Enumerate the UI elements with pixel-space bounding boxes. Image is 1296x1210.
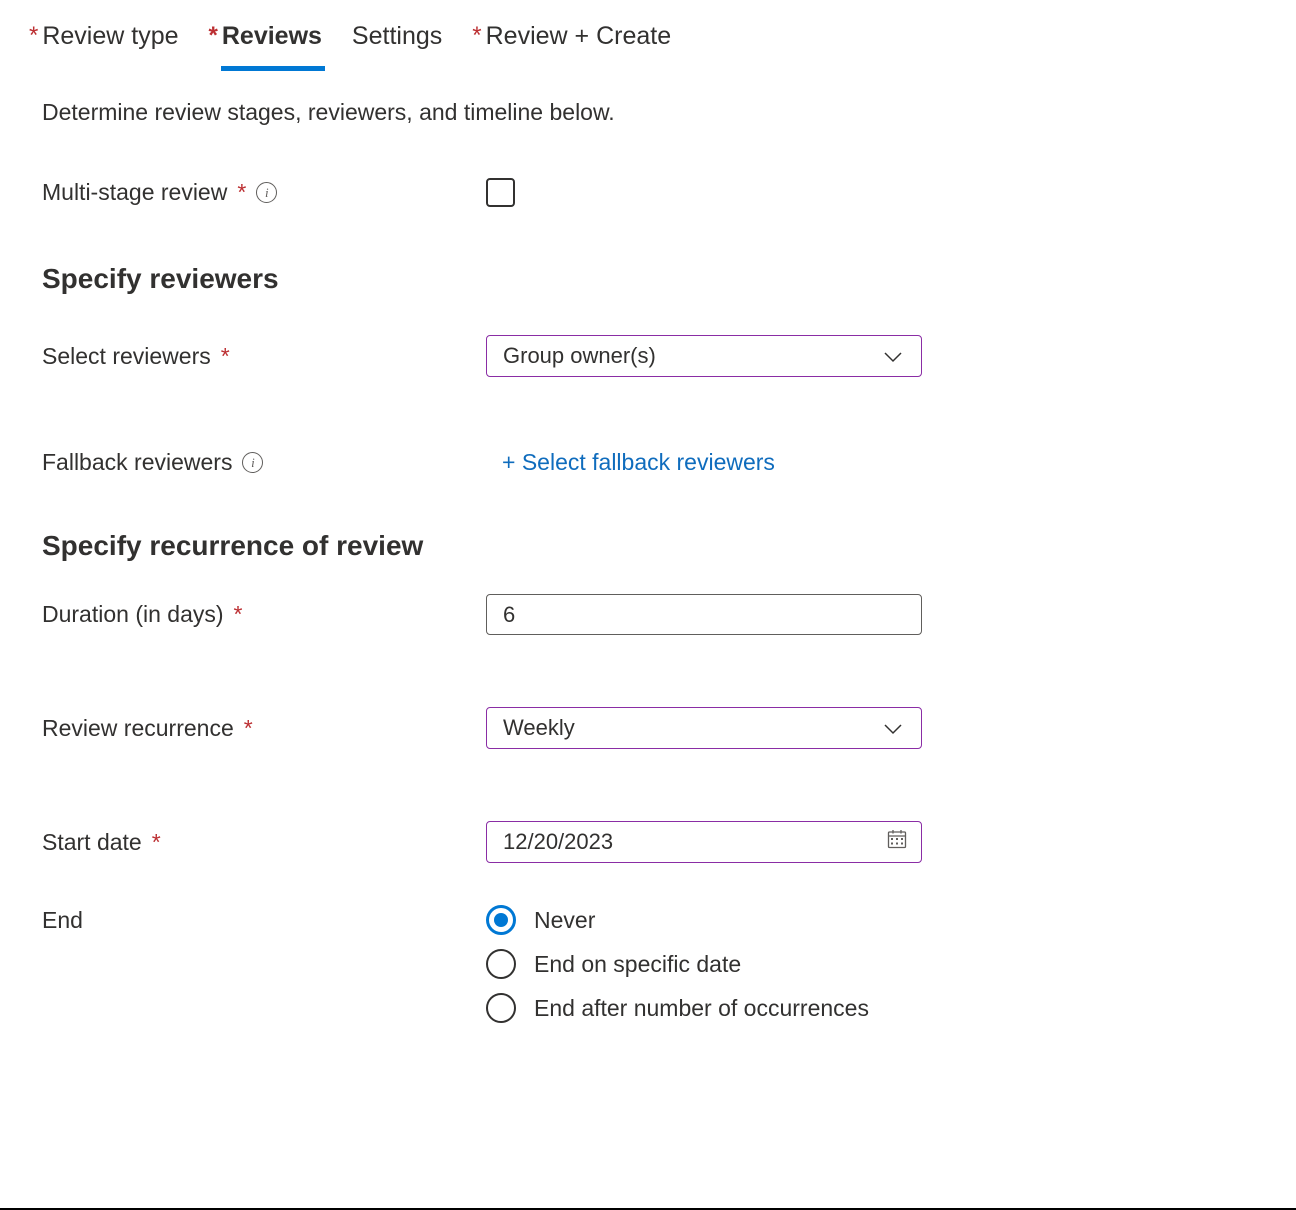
tab-label: Review type xyxy=(42,22,178,50)
end-radio-group: Never End on specific date End after num… xyxy=(486,905,922,1023)
radio-button-icon xyxy=(486,993,516,1023)
radio-label: Never xyxy=(534,907,595,934)
select-fallback-reviewers-link[interactable]: + Select fallback reviewers xyxy=(502,449,775,475)
required-star: * xyxy=(472,22,481,49)
required-star: * xyxy=(29,22,38,49)
calendar-icon xyxy=(887,829,907,855)
chevron-down-icon xyxy=(883,343,903,369)
required-star: * xyxy=(237,179,246,206)
info-icon[interactable]: i xyxy=(256,182,277,203)
section-specify-recurrence: Specify recurrence of review xyxy=(42,530,1256,562)
control-end: Never End on specific date End after num… xyxy=(486,905,922,1023)
radio-dot-icon xyxy=(494,913,508,927)
row-review-recurrence: Review recurrence * Weekly xyxy=(42,707,1256,749)
select-reviewers-dropdown[interactable]: Group owner(s) xyxy=(486,335,922,377)
tab-label: Review + Create xyxy=(486,22,672,50)
control-duration xyxy=(486,594,922,635)
review-recurrence-dropdown[interactable]: Weekly xyxy=(486,707,922,749)
label-fallback-reviewers: Fallback reviewers i xyxy=(42,449,486,476)
row-duration: Duration (in days) * xyxy=(42,594,1256,635)
select-value: Weekly xyxy=(503,715,575,741)
start-date-input[interactable]: 12/20/2023 xyxy=(486,821,922,863)
row-end: End Never End on specific date End after… xyxy=(42,905,1256,1023)
control-review-recurrence: Weekly xyxy=(486,707,922,749)
radio-button-icon xyxy=(486,949,516,979)
row-multi-stage: Multi-stage review * i xyxy=(42,178,1256,207)
required-star: * xyxy=(244,715,253,742)
chevron-down-icon xyxy=(883,715,903,741)
radio-button-icon xyxy=(486,905,516,935)
label-review-recurrence: Review recurrence * xyxy=(42,715,486,742)
label-text: Start date xyxy=(42,829,142,856)
tab-settings[interactable]: Settings xyxy=(352,22,442,71)
control-fallback-reviewers: + Select fallback reviewers xyxy=(486,449,922,476)
label-multi-stage: Multi-stage review * i xyxy=(42,179,486,206)
label-end: End xyxy=(42,905,486,934)
date-value: 12/20/2023 xyxy=(503,829,613,855)
label-text: End xyxy=(42,907,83,934)
select-value: Group owner(s) xyxy=(503,343,656,369)
label-text: Review recurrence xyxy=(42,715,234,742)
tab-label: Settings xyxy=(352,22,442,50)
control-select-reviewers: Group owner(s) xyxy=(486,335,922,377)
required-star: * xyxy=(152,829,161,856)
label-start-date: Start date * xyxy=(42,829,486,856)
row-fallback-reviewers: Fallback reviewers i + Select fallback r… xyxy=(42,449,1256,476)
tab-reviews[interactable]: *Reviews xyxy=(209,22,322,71)
row-start-date: Start date * 12/20/2023 xyxy=(42,821,1256,863)
radio-end-occurrences[interactable]: End after number of occurrences xyxy=(486,993,922,1023)
label-text: Fallback reviewers xyxy=(42,449,232,476)
required-star: * xyxy=(221,343,230,370)
radio-end-never[interactable]: Never xyxy=(486,905,922,935)
label-duration: Duration (in days) * xyxy=(42,601,486,628)
intro-text: Determine review stages, reviewers, and … xyxy=(42,99,1256,126)
label-select-reviewers: Select reviewers * xyxy=(42,343,486,370)
tab-label: Reviews xyxy=(222,22,322,50)
content-area: Determine review stages, reviewers, and … xyxy=(0,71,1296,1023)
label-text: Duration (in days) xyxy=(42,601,224,628)
section-specify-reviewers: Specify reviewers xyxy=(42,263,1256,295)
radio-label: End after number of occurrences xyxy=(534,995,869,1022)
tabs-bar: *Review type *Reviews Settings *Review +… xyxy=(0,0,1296,71)
required-star: * xyxy=(209,22,218,49)
label-text: Multi-stage review xyxy=(42,179,227,206)
row-select-reviewers: Select reviewers * Group owner(s) xyxy=(42,335,1256,377)
duration-input[interactable] xyxy=(486,594,922,635)
info-icon[interactable]: i xyxy=(242,452,263,473)
radio-label: End on specific date xyxy=(534,951,741,978)
control-start-date: 12/20/2023 xyxy=(486,821,922,863)
tab-review-type[interactable]: *Review type xyxy=(29,22,179,71)
required-star: * xyxy=(234,601,243,628)
control-multi-stage xyxy=(486,178,922,207)
tab-review-create[interactable]: *Review + Create xyxy=(472,22,671,71)
radio-end-specific-date[interactable]: End on specific date xyxy=(486,949,922,979)
multi-stage-checkbox[interactable] xyxy=(486,178,515,207)
label-text: Select reviewers xyxy=(42,343,211,370)
